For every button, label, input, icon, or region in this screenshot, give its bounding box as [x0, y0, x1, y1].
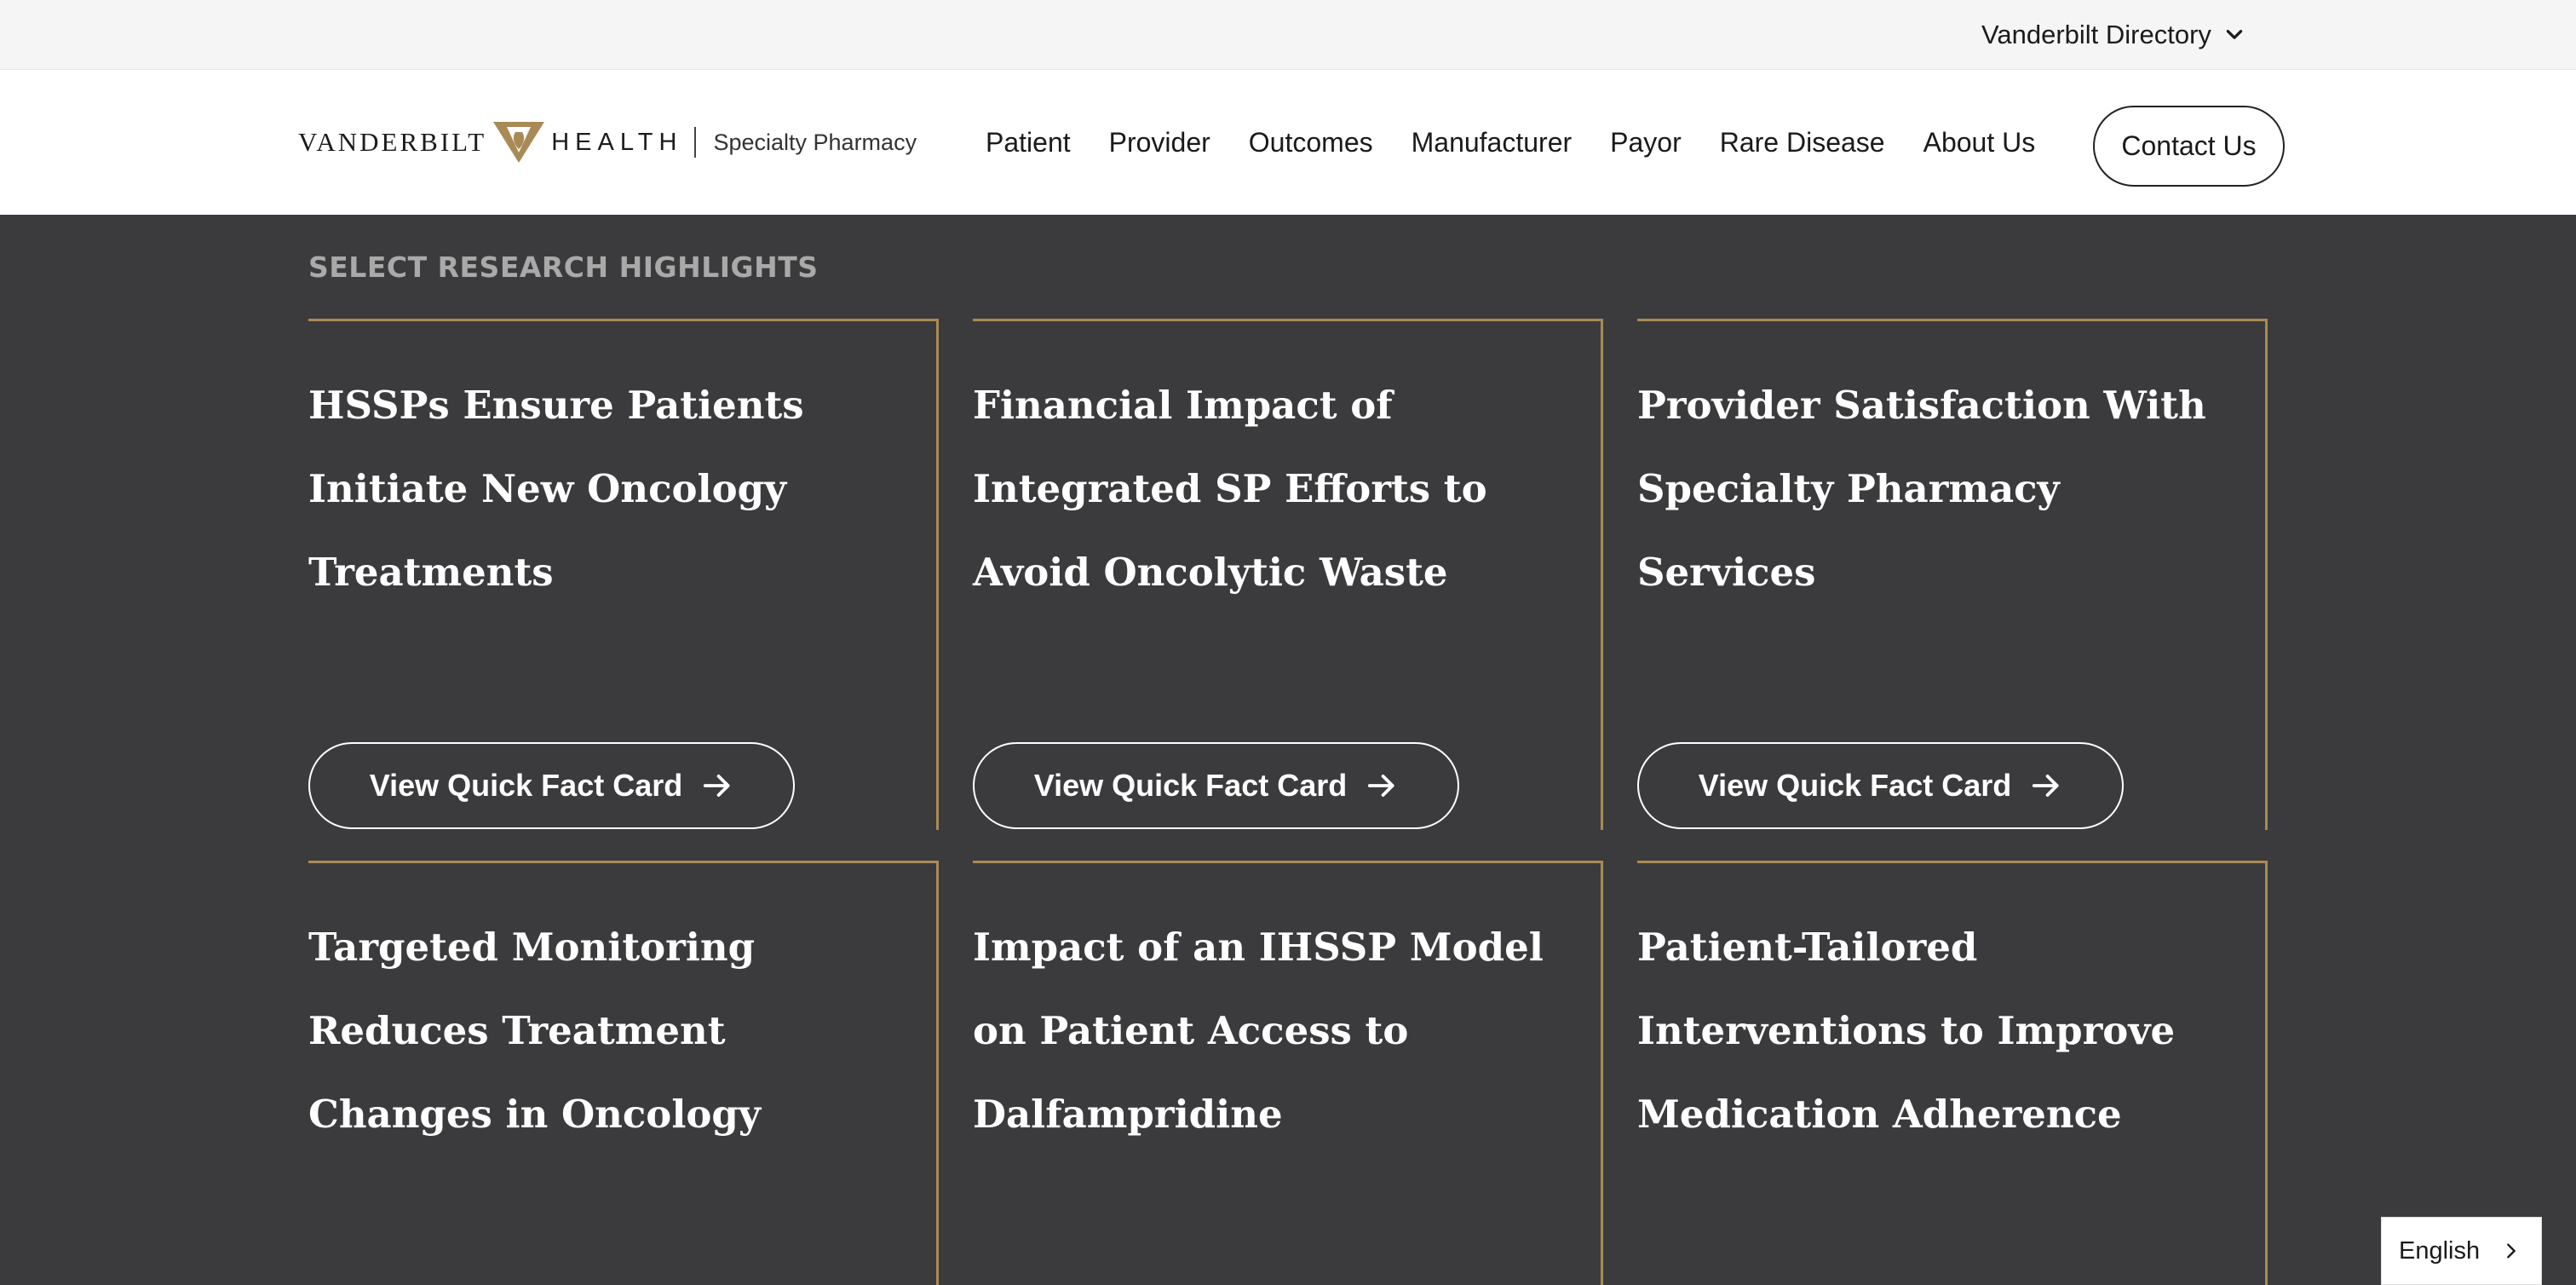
nav-item-about-us[interactable]: About Us [1923, 123, 2036, 162]
card-title: HSSPs Ensure Patients Initiate New Oncol… [308, 383, 804, 595]
directory-label: Vanderbilt Directory [1981, 20, 2211, 49]
language-label: English [2399, 1236, 2481, 1265]
arrow-right-icon [704, 775, 730, 797]
logo-subtitle: Specialty Pharmacy [713, 129, 917, 155]
arrow-right-icon [1368, 775, 1394, 797]
nav-item-provider[interactable]: Provider [1109, 123, 1210, 162]
view-quick-fact-card-button[interactable]: View Quick Fact Card [1637, 742, 2124, 829]
section-heading: SELECT RESEARCH HIGHLIGHTS [308, 251, 819, 284]
chevron-right-icon [2507, 1243, 2516, 1259]
nav-item-manufacturer[interactable]: Manufacturer [1412, 123, 1573, 162]
main-nav: Patient Provider Outcomes Manufacturer P… [986, 123, 2073, 162]
button-label: View Quick Fact Card [1698, 768, 2012, 803]
language-selector[interactable]: English [2381, 1217, 2542, 1285]
research-card: Provider Satisfaction With Specialty Pha… [1637, 319, 2268, 830]
directory-dropdown[interactable]: Vanderbilt Directory [1981, 17, 2245, 53]
nav-item-outcomes[interactable]: Outcomes [1249, 123, 1373, 162]
logo-wordmark-vanderbilt: VANDERBILT [298, 127, 487, 157]
chevron-down-icon [2226, 30, 2243, 39]
button-label: View Quick Fact Card [369, 768, 683, 803]
utility-bar: Vanderbilt Directory [0, 0, 2576, 70]
oak-leaf-v-icon [493, 122, 545, 163]
research-card: Impact of an IHSSP Model on Patient Acce… [973, 861, 1603, 1285]
button-label: View Quick Fact Card [1033, 768, 1348, 803]
arrow-right-icon [2033, 775, 2059, 797]
research-card: Targeted Monitoring Reduces Treatment Ch… [308, 861, 939, 1285]
nav-item-rare-disease[interactable]: Rare Disease [1720, 123, 1885, 162]
research-highlights-section: SELECT RESEARCH HIGHLIGHTS HSSPs Ensure … [0, 215, 2576, 1285]
site-header: VANDERBILT HEALTH Specialty Pharmacy Pat… [0, 70, 2576, 215]
view-quick-fact-card-button[interactable]: View Quick Fact Card [308, 742, 795, 829]
logo-wordmark-health: HEALTH [551, 128, 683, 156]
nav-item-patient[interactable]: Patient [986, 123, 1071, 162]
research-card: Patient-Tailored Interventions to Improv… [1637, 861, 2268, 1285]
card-title: Impact of an IHSSP Model on Patient Acce… [973, 925, 1544, 1137]
nav-item-payor[interactable]: Payor [1610, 123, 1682, 162]
logo-divider [694, 127, 697, 158]
view-quick-fact-card-button[interactable]: View Quick Fact Card [973, 742, 1459, 829]
card-title: Provider Satisfaction With Specialty Pha… [1637, 383, 2206, 595]
research-card: Financial Impact of Integrated SP Effort… [973, 319, 1603, 830]
card-title: Targeted Monitoring Reduces Treatment Ch… [308, 925, 762, 1137]
contact-us-button[interactable]: Contact Us [2093, 106, 2285, 187]
card-title: Patient-Tailored Interventions to Improv… [1637, 925, 2176, 1137]
research-card: HSSPs Ensure Patients Initiate New Oncol… [308, 319, 939, 830]
vanderbilt-health-logo[interactable]: VANDERBILT HEALTH Specialty Pharmacy [298, 119, 917, 165]
card-title: Financial Impact of Integrated SP Effort… [973, 383, 1487, 595]
